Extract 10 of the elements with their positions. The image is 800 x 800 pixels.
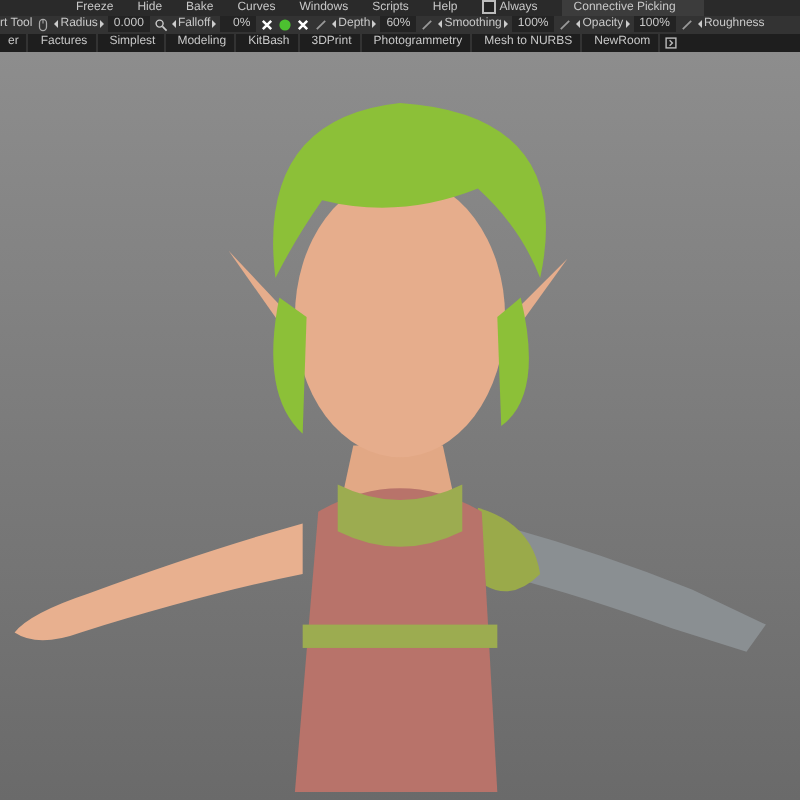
- cross-icon[interactable]: [296, 17, 311, 32]
- pen-icon[interactable]: [420, 17, 435, 32]
- mouse-icon[interactable]: [36, 17, 51, 32]
- pen-icon[interactable]: [314, 17, 329, 32]
- status-dot-icon[interactable]: [278, 17, 293, 32]
- always-checkbox[interactable]: [481, 0, 496, 15]
- add-room-icon[interactable]: [664, 36, 679, 50]
- cross-icon[interactable]: [260, 17, 275, 32]
- pen-icon[interactable]: [679, 17, 694, 32]
- pen-icon[interactable]: [558, 17, 573, 32]
